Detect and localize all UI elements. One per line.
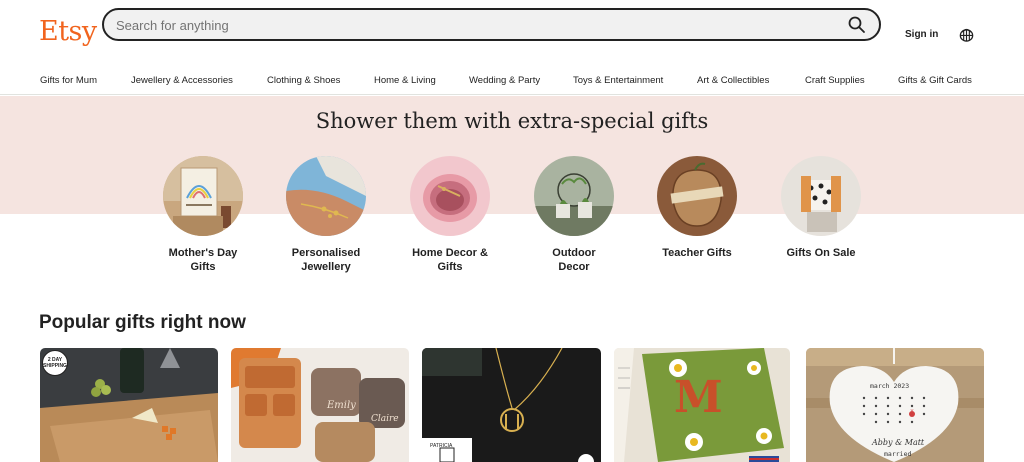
nav-item-toys[interactable]: Toys & Entertainment bbox=[573, 75, 663, 86]
product-card-jewellery-boxes[interactable]: Emily Claire bbox=[231, 348, 409, 462]
category-label: Teacher Gifts bbox=[662, 247, 732, 259]
category-label: Mother's Day Gifts bbox=[168, 247, 238, 273]
nav-item-wedding[interactable]: Wedding & Party bbox=[469, 75, 540, 86]
category-image bbox=[410, 156, 490, 236]
category-home-decor-gifts[interactable]: Home Decor & Gifts bbox=[390, 156, 510, 278]
basket-icon[interactable] bbox=[958, 26, 975, 43]
site-header: Etsy Sign in bbox=[0, 0, 1024, 70]
category-teacher-gifts[interactable]: Teacher Gifts bbox=[637, 156, 757, 278]
search-icon[interactable] bbox=[847, 15, 867, 35]
sign-in-link[interactable]: Sign in bbox=[905, 29, 938, 40]
category-image bbox=[163, 156, 243, 236]
married-caption: married bbox=[884, 450, 912, 458]
nav-item-craft[interactable]: Craft Supplies bbox=[805, 75, 865, 86]
category-personalised-jewellery[interactable]: Personalised Jewellery bbox=[266, 156, 386, 278]
nav-item-clothing[interactable]: Clothing & Shoes bbox=[267, 75, 340, 86]
calendar-title: march 2023 bbox=[870, 382, 910, 390]
category-image bbox=[534, 156, 614, 236]
category-image bbox=[657, 156, 737, 236]
engraving-claire: Claire bbox=[371, 414, 399, 424]
category-mothers-day-gifts[interactable]: Mother's Day Gifts bbox=[143, 156, 263, 278]
product-card-embroidered-bookmark[interactable]: M bbox=[614, 348, 790, 462]
category-gifts-on-sale[interactable]: Gifts On Sale bbox=[761, 156, 881, 278]
product-card-necklace[interactable]: PATRICIA bbox=[422, 348, 601, 462]
product-card-cutting-board[interactable]: 2 DAY SHIPPING bbox=[40, 348, 218, 462]
nav-item-art[interactable]: Art & Collectibles bbox=[697, 75, 769, 86]
engraving-emily: Emily bbox=[327, 400, 356, 411]
category-outdoor-decor[interactable]: Outdoor Decor bbox=[514, 156, 634, 278]
category-label: Home Decor & Gifts bbox=[412, 247, 488, 273]
category-label: Outdoor Decor bbox=[552, 247, 596, 273]
section-title-popular-gifts: Popular gifts right now bbox=[39, 312, 246, 333]
couple-names: Abby & Matt bbox=[872, 438, 925, 447]
nav-item-jewellery[interactable]: Jewellery & Accessories bbox=[131, 75, 233, 86]
embroidered-letter: M bbox=[674, 372, 723, 423]
hero-title: Shower them with extra-special gifts bbox=[315, 109, 709, 133]
nav-item-home-living[interactable]: Home & Living bbox=[374, 75, 436, 86]
search-bar bbox=[102, 8, 881, 41]
category-image bbox=[286, 156, 366, 236]
tag-label: PATRICIA bbox=[430, 443, 453, 449]
category-nav: Gifts for Mum Jewellery & Accessories Cl… bbox=[0, 70, 1024, 95]
category-label: Personalised Jewellery bbox=[291, 247, 361, 273]
product-image bbox=[231, 348, 409, 462]
category-label: Gifts On Sale bbox=[786, 247, 856, 259]
category-image bbox=[781, 156, 861, 236]
nav-item-gifts-for-mum[interactable]: Gifts for Mum bbox=[40, 75, 97, 86]
product-card-heart-ornament[interactable]: march 2023 Abby & Matt married bbox=[806, 348, 984, 462]
search-input[interactable] bbox=[116, 16, 816, 34]
nav-item-gift-cards[interactable]: Gifts & Gift Cards bbox=[898, 75, 972, 86]
etsy-logo[interactable]: Etsy bbox=[39, 16, 97, 47]
shipping-badge: 2 DAY SHIPPING bbox=[42, 350, 68, 376]
